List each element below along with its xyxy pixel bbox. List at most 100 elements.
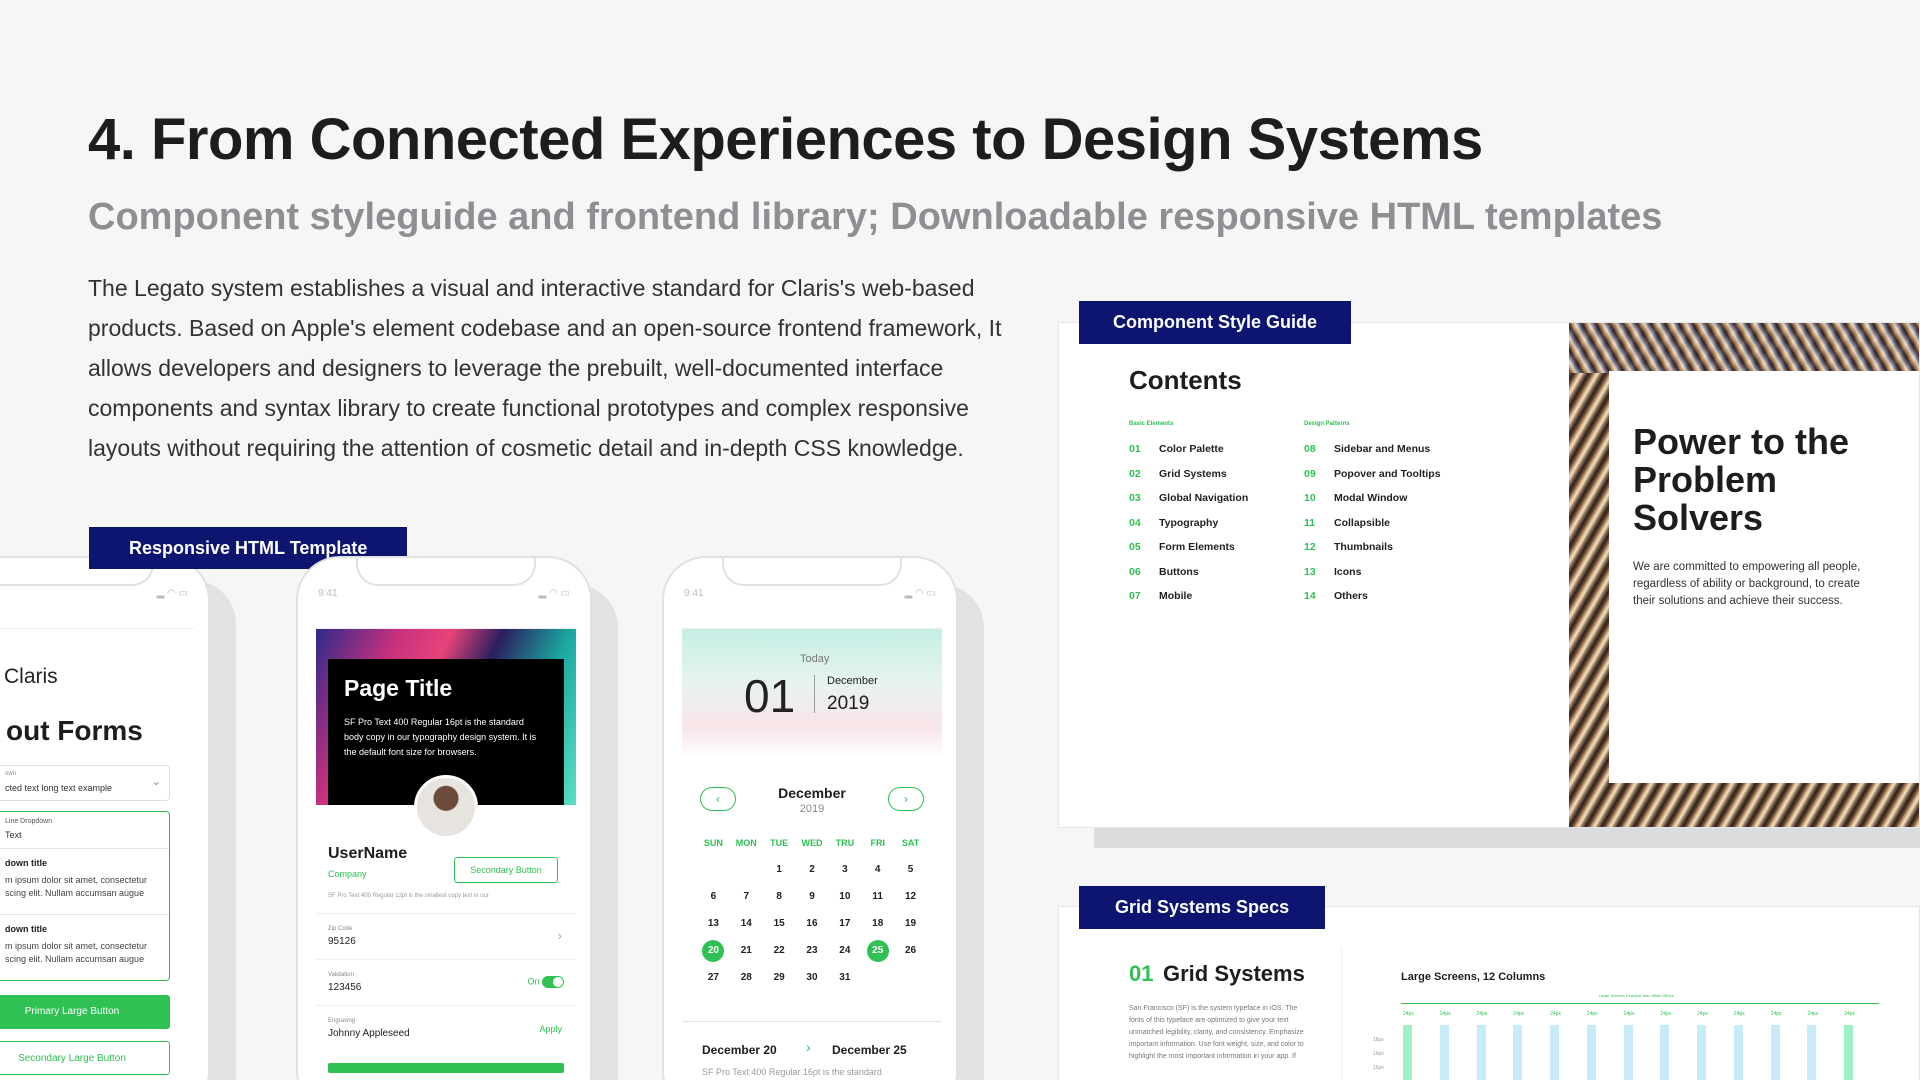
toc-item[interactable]: 10 Modal Window	[1304, 486, 1441, 511]
phone-forms: ▂ ◠ ▭ Claris out Forms own cted text lon…	[0, 556, 210, 1080]
card-body: SF Pro Text 400 Regular 16pt is the stan…	[344, 717, 537, 757]
grid-column	[1476, 1025, 1486, 1080]
dropdown-select[interactable]: own cted text long text example ⌄	[0, 765, 170, 801]
column-width-label: 24px	[1403, 1011, 1414, 1017]
calendar-day[interactable]: 3	[828, 856, 861, 883]
calendar-day	[730, 856, 763, 883]
toc-item[interactable]: 09 Popover and Tooltips	[1304, 462, 1441, 487]
secondary-button[interactable]: Secondary Button	[454, 857, 558, 883]
toc-item[interactable]: 14 Others	[1304, 584, 1441, 609]
apply-link[interactable]: Apply	[539, 1024, 562, 1034]
toc-item[interactable]: 02 Grid Systems	[1129, 462, 1248, 487]
inline-dropdown-value[interactable]: Text	[5, 830, 22, 840]
calendar-day[interactable]: 31	[828, 964, 861, 991]
calendar-day[interactable]: 15	[763, 910, 796, 937]
weekday-label: FRI	[870, 838, 885, 848]
grid-column	[1439, 1025, 1449, 1080]
dropdown-item-body: m ipsum dolor sit amet, consectetur scin…	[5, 875, 148, 898]
calendar-day[interactable]: 28	[730, 964, 763, 991]
calendar-day[interactable]: 9	[796, 883, 829, 910]
grid-column	[1513, 1025, 1523, 1080]
toc-item[interactable]: 11 Collapsible	[1304, 511, 1441, 536]
toggle-label: On	[527, 976, 540, 987]
weekday-label: TUE	[770, 838, 789, 848]
toc-item[interactable]: 06 Buttons	[1129, 560, 1248, 585]
grid-column	[1697, 1025, 1707, 1080]
calendar-day[interactable]: 11	[861, 883, 894, 910]
calendar-day[interactable]: 27	[697, 964, 730, 991]
avatar	[414, 775, 478, 839]
hero-title: Power to the Problem Solvers	[1633, 421, 1850, 538]
chevron-down-icon: ⌄	[151, 776, 161, 788]
primary-button[interactable]	[328, 1063, 564, 1073]
inline-dropdown-label: Line Dropdown	[5, 818, 53, 825]
page-title: 4. From Connected Experiences to Design …	[88, 107, 1483, 172]
toc-item[interactable]: 08 Sidebar and Menus	[1304, 437, 1441, 462]
dropdown-item-title[interactable]: down title	[5, 858, 47, 868]
calendar-day[interactable]: 10	[828, 883, 861, 910]
calendar-day[interactable]: 30	[796, 964, 829, 991]
toc-item[interactable]: 12 Thumbnails	[1304, 535, 1441, 560]
calendar-day[interactable]: 18	[861, 910, 894, 937]
dropdown-value: cted text long text example	[5, 783, 113, 793]
toc-item[interactable]: 03 Global Navigation	[1129, 486, 1248, 511]
column-width-label: 24px	[1623, 1011, 1635, 1017]
calendar-day[interactable]: 7	[730, 883, 763, 910]
column-width-label: 24px	[1513, 1011, 1525, 1017]
dropdown-item-title[interactable]: down title	[5, 924, 47, 934]
next-month-button[interactable]: ›	[888, 787, 924, 811]
column-width-label: 24px	[1586, 1011, 1598, 1017]
calendar-day[interactable]: 2	[796, 856, 829, 883]
calendar-day[interactable]: 12	[894, 883, 927, 910]
calendar-day[interactable]: 5	[894, 856, 927, 883]
weekday-label: MON	[735, 838, 757, 848]
calendar-day[interactable]: 8	[763, 883, 796, 910]
toc-item[interactable]: 04 Typography	[1129, 511, 1248, 536]
calendar-day[interactable]: 19	[894, 910, 927, 937]
basic-elements-label: Basic Elements	[1129, 421, 1174, 427]
primary-large-button[interactable]: Primary Large Button	[0, 995, 170, 1029]
toc-item[interactable]: 13 Icons	[1304, 560, 1441, 585]
calendar-day[interactable]: 16	[796, 910, 829, 937]
calendar-day[interactable]: 14	[730, 910, 763, 937]
calendar-day[interactable]: 22	[763, 937, 796, 964]
calendar-day[interactable]: 4	[861, 856, 894, 883]
calendar-day[interactable]: 24	[828, 937, 861, 964]
engraving-value[interactable]: Johnny Appleseed	[328, 1028, 410, 1039]
calendar-day[interactable]: 25	[861, 937, 894, 964]
status-time: 9:41	[318, 588, 338, 599]
calendar-grid: SUN MON TUE WED TRU FRI SAT 1 2 3 4 5 6 7 8 9 10 11 12 13 14…	[697, 830, 927, 991]
zip-code-row[interactable]: Zip Code 95126 ›	[316, 913, 576, 959]
dropdown-item-body: m ipsum dolor sit amet, consectetur scin…	[5, 941, 148, 964]
calendar-day[interactable]: 29	[763, 964, 796, 991]
calendar-day[interactable]: 26	[894, 937, 927, 964]
grid-column	[1807, 1025, 1817, 1080]
toc-item[interactable]: 07 Mobile	[1129, 584, 1248, 609]
calendar-day[interactable]: 17	[828, 910, 861, 937]
calendar-day[interactable]: 13	[697, 910, 730, 937]
engraving-row: Engraving Johnny Appleseed Apply	[316, 1005, 576, 1051]
column-width-label: 24px	[1439, 1011, 1451, 1017]
grid-column	[1403, 1025, 1412, 1080]
toc-item[interactable]: 01 Color Palette	[1129, 437, 1248, 462]
range-end: December 25	[832, 1043, 907, 1057]
calendar-day[interactable]: 20	[697, 937, 730, 964]
forms-heading: out Forms	[6, 715, 143, 746]
contents-heading: Contents	[1129, 365, 1242, 395]
column-width-label: 24px	[1807, 1011, 1819, 1017]
validation-label: Validation	[328, 972, 354, 978]
calendar-day[interactable]: 1	[763, 856, 796, 883]
calendar-day[interactable]: 6	[697, 883, 730, 910]
secondary-large-button[interactable]: Secondary Large Button	[0, 1041, 170, 1075]
grid-column	[1623, 1025, 1633, 1080]
calendar-day[interactable]: 23	[796, 937, 829, 964]
calendar-day[interactable]: 21	[730, 937, 763, 964]
toc-item[interactable]: 05 Form Elements	[1129, 535, 1248, 560]
calendar-day	[861, 964, 894, 991]
style-guide-tag: Component Style Guide	[1079, 301, 1352, 344]
column-width-label: 24px	[1476, 1011, 1488, 1017]
styleguide-card: Contents Basic Elements Design Patterns …	[1058, 322, 1920, 828]
grid-row-labels: 16px 16px 16px	[1373, 1037, 1384, 1071]
chevron-right-icon: ›	[557, 928, 562, 943]
toggle-switch[interactable]	[542, 976, 564, 988]
